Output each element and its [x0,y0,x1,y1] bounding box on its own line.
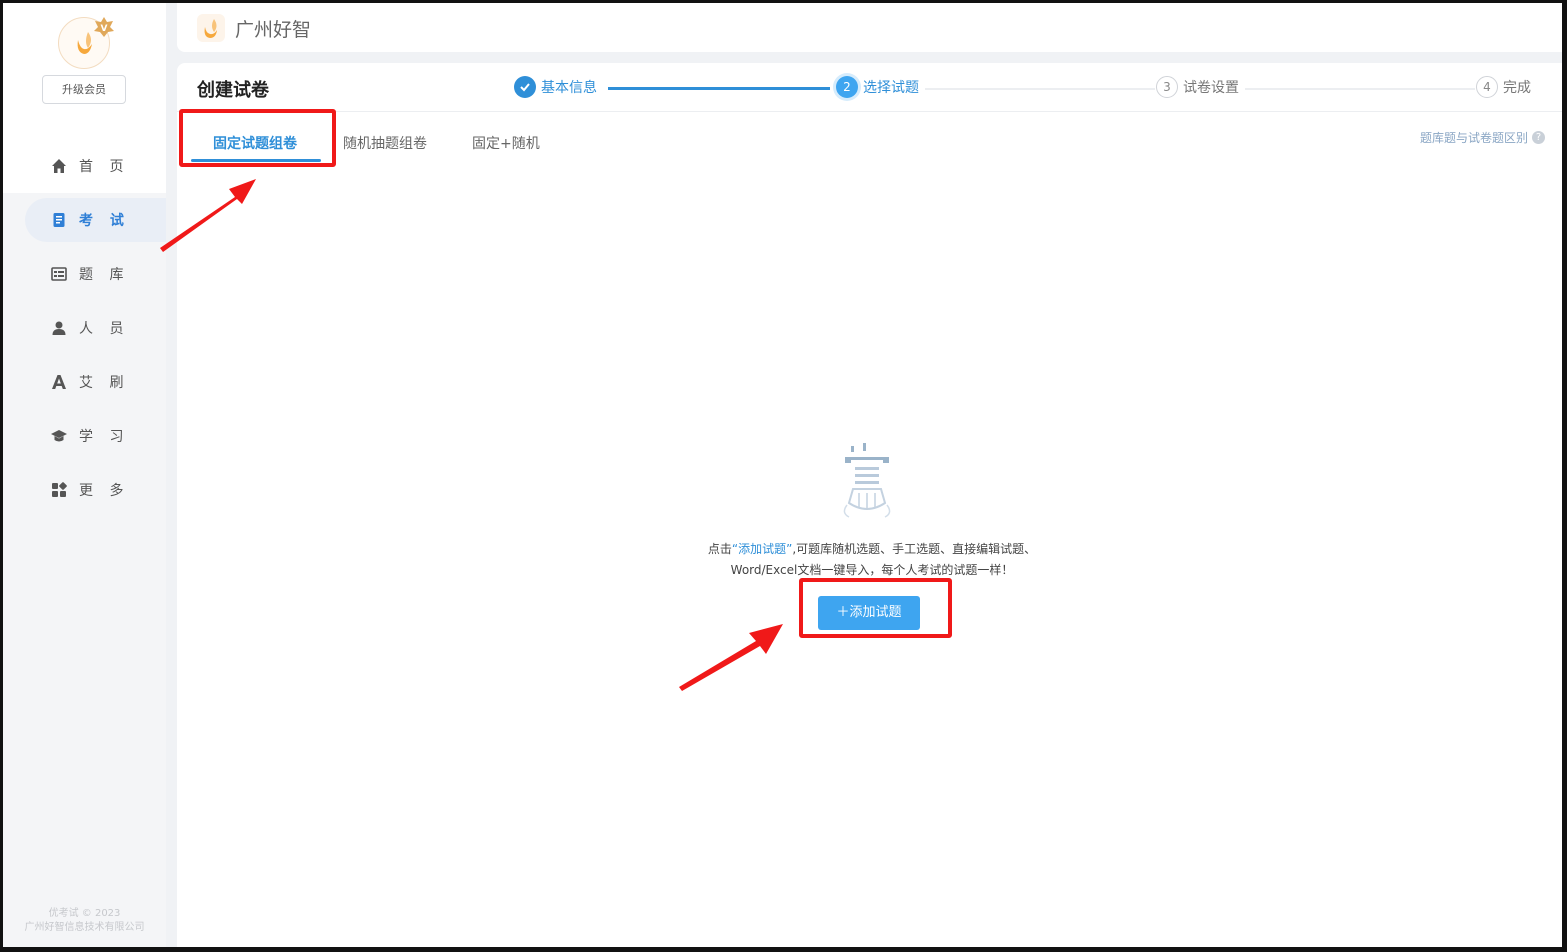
annotation-arrows [160,179,783,691]
red-arrow-icon [160,179,256,252]
red-arrow-icon [679,624,783,691]
app-window: V 升级会员 首 页 考 试 题 库 人 员 艾 刷 学 习 更 多 优考试 ©… [3,3,1562,947]
